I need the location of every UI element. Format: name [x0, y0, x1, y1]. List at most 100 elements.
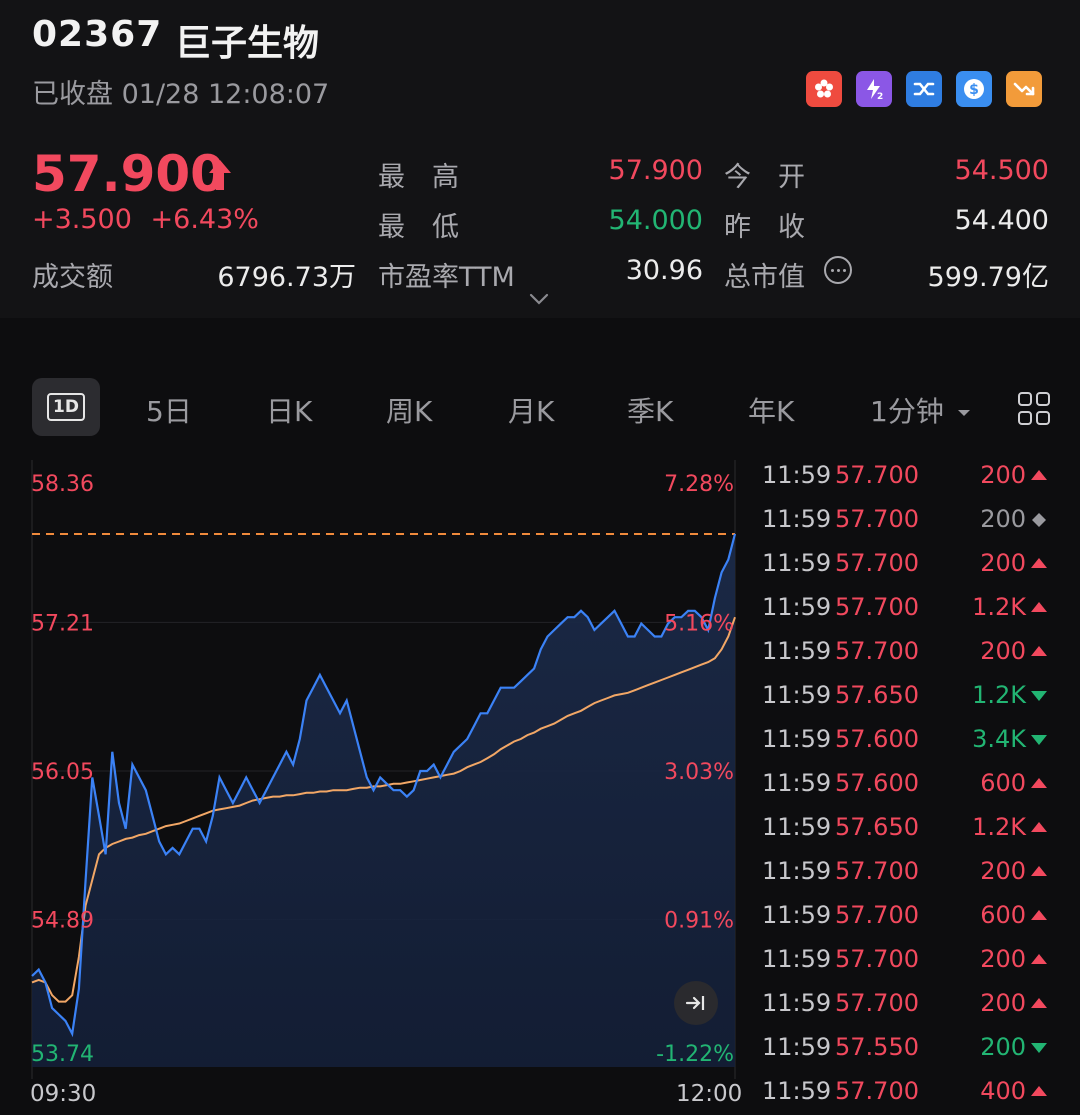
trade-volume: 200 [980, 857, 1026, 885]
trade-row: 11:59 57.700 200 [762, 549, 1062, 579]
trade-volume: 1.2K [972, 813, 1026, 841]
period-label: 1分钟 [870, 395, 944, 428]
trade-volume: 200 [980, 945, 1026, 973]
high-label: 最 高 [378, 162, 459, 193]
trade-row: 11:59 57.650 1.2K [762, 681, 1062, 711]
pct-tick-label: 7.28% [664, 472, 734, 497]
trade-time: 11:59 [762, 505, 832, 533]
triangle-down-icon [1031, 691, 1047, 701]
caret-down-icon [957, 410, 970, 416]
stock-code: 02367 [32, 14, 163, 55]
pe-label: 市盈率TTM [378, 262, 515, 293]
trade-volume: 600 [980, 769, 1026, 797]
trade-price: 57.650 [835, 681, 919, 709]
change-percent: +6.43% [150, 204, 259, 235]
y-tick-label: 58.36 [31, 472, 94, 497]
trade-price: 57.700 [835, 505, 919, 533]
trade-price: 57.600 [835, 725, 919, 753]
trade-volume: 200 [980, 637, 1026, 665]
chevron-down-icon[interactable] [528, 292, 550, 306]
triangle-up-icon [1031, 778, 1047, 788]
price-change: +3.500 +6.43% [32, 204, 259, 235]
hk-flower-icon[interactable] [806, 71, 842, 107]
triangle-down-icon [1031, 1043, 1047, 1053]
x-start-label: 09:30 [30, 1081, 97, 1107]
last-price: 57.900 [32, 145, 225, 203]
triangle-up-icon [1031, 558, 1047, 568]
chart-tabs: 1D 5日 日K 周K 月K 季K 年K 1分钟 [0, 376, 1080, 440]
mktcap-label: 总市值 [724, 262, 805, 293]
tab-weekly-k[interactable]: 周K [386, 390, 432, 430]
tab-yearly-k[interactable]: 年K [748, 390, 794, 430]
open-label: 今 开 [724, 162, 805, 193]
tab-1d[interactable]: 1D [32, 378, 100, 436]
pct-tick-label: 0.91% [664, 909, 734, 934]
trade-volume: 3.4K [972, 725, 1026, 753]
triangle-up-icon [1031, 866, 1047, 876]
trade-row: 11:59 57.650 1.2K [762, 813, 1062, 843]
tab-quarterly-k[interactable]: 季K [627, 390, 673, 430]
triangle-up-icon [1031, 1086, 1047, 1096]
trade-time: 11:59 [762, 945, 832, 973]
trade-time: 11:59 [762, 989, 832, 1017]
trade-price: 57.700 [835, 637, 919, 665]
tab-daily-k[interactable]: 日K [266, 390, 312, 430]
trade-row: 11:59 57.700 200 [762, 989, 1062, 1019]
trade-volume: 400 [980, 1077, 1026, 1105]
trade-volume: 200 [980, 461, 1026, 489]
triangle-down-icon [1031, 735, 1047, 745]
triangle-up-icon [1031, 998, 1047, 1008]
trade-volume: 200 [980, 1033, 1026, 1061]
trade-volume: 200 [980, 989, 1026, 1017]
diamond-icon [1032, 513, 1046, 527]
trade-row: 11:59 57.550 200 [762, 1033, 1062, 1063]
trade-price: 57.650 [835, 813, 919, 841]
level2-icon[interactable]: 2 [856, 71, 892, 107]
grid-menu-icon[interactable] [1018, 392, 1052, 426]
pct-tick-label: 3.03% [664, 760, 734, 785]
trade-time: 11:59 [762, 1033, 832, 1061]
triangle-up-icon [1031, 646, 1047, 656]
turnover-value: 6796.73万 [217, 262, 356, 293]
trade-time: 11:59 [762, 813, 832, 841]
prev-close-label: 昨 收 [724, 212, 805, 243]
price-area-fill [32, 533, 735, 1067]
trade-time: 11:59 [762, 857, 832, 885]
trade-price: 57.700 [835, 461, 919, 489]
connect-icon[interactable] [906, 71, 942, 107]
feature-badges: 2 $ [806, 71, 1042, 107]
turnover-label: 成交额 [32, 262, 113, 293]
change-amount: +3.500 [32, 204, 132, 235]
y-tick-label: 54.89 [31, 909, 94, 934]
svg-text:2: 2 [877, 92, 883, 101]
trade-time: 11:59 [762, 725, 832, 753]
trade-time: 11:59 [762, 593, 832, 621]
short-sell-icon[interactable] [1006, 71, 1042, 107]
trade-price: 57.550 [835, 1033, 919, 1061]
trade-time: 11:59 [762, 549, 832, 577]
trade-row: 11:59 57.700 200 [762, 505, 1062, 535]
trade-row: 11:59 57.700 600 [762, 901, 1062, 931]
low-label: 最 低 [378, 212, 459, 243]
tab-monthly-k[interactable]: 月K [508, 390, 554, 430]
pe-value: 30.96 [625, 255, 703, 286]
trade-time: 11:59 [762, 1077, 832, 1105]
y-tick-label: 57.21 [31, 611, 94, 636]
prev-close-value: 54.400 [954, 205, 1049, 236]
trade-volume: 1.2K [972, 593, 1026, 621]
dollar-icon[interactable]: $ [956, 71, 992, 107]
trade-time: 11:59 [762, 461, 832, 489]
tab-5d[interactable]: 5日 [146, 390, 192, 430]
trade-time: 11:59 [762, 681, 832, 709]
trade-price: 57.700 [835, 1077, 919, 1105]
intraday-chart[interactable]: 58.36 7.28% 57.21 5.16% 56.05 3.03% 54.89 0.91%… [0, 455, 745, 1110]
period-select[interactable]: 1分钟 [870, 390, 971, 430]
triangle-up-icon [1031, 910, 1047, 920]
trade-row: 11:59 57.600 600 [762, 769, 1062, 799]
trade-time: 11:59 [762, 637, 832, 665]
trade-row: 11:59 57.700 200 [762, 637, 1062, 667]
trade-row: 11:59 57.600 3.4K [762, 725, 1062, 755]
trade-volume: 200 [980, 549, 1026, 577]
jump-to-latest-button[interactable] [674, 981, 718, 1025]
more-icon[interactable] [824, 256, 852, 284]
